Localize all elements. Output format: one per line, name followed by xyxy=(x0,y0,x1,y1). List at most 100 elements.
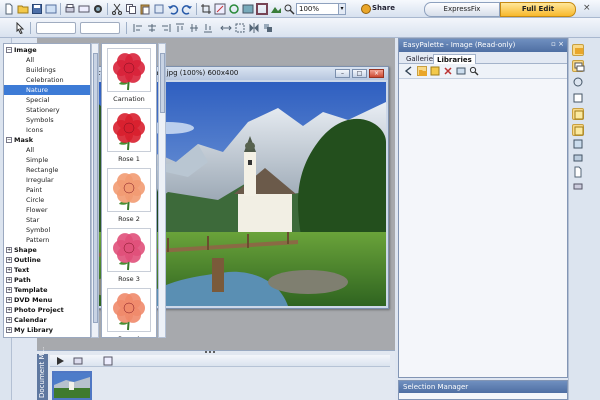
tree-item[interactable]: Icons xyxy=(4,125,90,135)
camera-icon[interactable] xyxy=(92,3,104,15)
flip-icon[interactable] xyxy=(248,22,260,34)
tree-item[interactable]: All xyxy=(4,145,90,155)
pick-tool-options-icon[interactable] xyxy=(14,22,26,34)
tree-category[interactable]: + Path xyxy=(4,275,90,285)
delete-item-icon[interactable] xyxy=(443,66,453,76)
tree-item[interactable]: Celebration xyxy=(4,75,90,85)
align-middle-icon[interactable] xyxy=(188,22,200,34)
expand-icon[interactable]: + xyxy=(6,247,12,253)
collapse-icon[interactable]: − xyxy=(6,47,12,53)
tree-item[interactable]: Stationery xyxy=(4,105,90,115)
share-icon[interactable] xyxy=(360,3,372,15)
library-thumbnail[interactable] xyxy=(107,228,151,272)
arrange-icon[interactable] xyxy=(262,22,274,34)
distribute-icon[interactable] xyxy=(220,22,232,34)
easypalette-toggle-icon[interactable] xyxy=(572,44,584,56)
thumbnail-scrollbar-thumb[interactable] xyxy=(160,53,165,113)
expand-icon[interactable]: + xyxy=(6,287,12,293)
tree-category[interactable]: + Shape xyxy=(4,245,90,255)
back-icon[interactable] xyxy=(404,66,414,76)
tree-category[interactable]: + Outline xyxy=(4,255,90,265)
tree-item[interactable]: All xyxy=(4,55,90,65)
expand-icon[interactable]: + xyxy=(6,297,12,303)
tree-category[interactable]: + Template xyxy=(4,285,90,295)
effect-icon[interactable] xyxy=(270,3,282,15)
quick-command-icon[interactable] xyxy=(572,152,584,164)
tree-item[interactable]: Circle xyxy=(4,195,90,205)
tree-item[interactable]: Nature xyxy=(4,85,90,95)
close-icon[interactable]: × xyxy=(583,3,591,13)
scan-icon[interactable] xyxy=(78,3,90,15)
share-button[interactable]: Share xyxy=(372,2,404,15)
paste-icon[interactable] xyxy=(139,3,151,15)
tree-category[interactable]: − Image xyxy=(4,45,90,55)
print-panel-icon[interactable] xyxy=(572,180,584,192)
tree-item[interactable]: Symbols xyxy=(4,115,90,125)
frame-icon[interactable] xyxy=(256,3,268,15)
resize-icon[interactable] xyxy=(214,3,226,15)
add-item-icon[interactable] xyxy=(430,66,440,76)
rotate-icon[interactable] xyxy=(228,3,240,15)
position-field[interactable] xyxy=(36,22,76,34)
copy-icon[interactable] xyxy=(125,3,137,15)
align-top-icon[interactable] xyxy=(174,22,186,34)
undo-icon[interactable] xyxy=(167,3,179,15)
tree-scrollbar[interactable] xyxy=(91,43,99,338)
tree-item[interactable]: Flower xyxy=(4,205,90,215)
tree-item[interactable]: Special xyxy=(4,95,90,105)
tree-item[interactable]: Paint xyxy=(4,185,90,195)
align-right-icon[interactable] xyxy=(160,22,172,34)
save-icon[interactable] xyxy=(31,3,43,15)
zoom-tool-icon[interactable] xyxy=(283,3,295,15)
align-left-icon[interactable] xyxy=(132,22,144,34)
zoom-level-input[interactable]: 100% xyxy=(296,3,340,15)
tree-category[interactable]: + DVD Menu xyxy=(4,295,90,305)
expand-icon[interactable]: + xyxy=(6,267,12,273)
maximize-button[interactable]: □ xyxy=(352,69,367,78)
play-icon[interactable] xyxy=(54,355,66,367)
search-icon[interactable] xyxy=(469,66,479,76)
close-button[interactable]: × xyxy=(369,69,384,78)
selection-manager-title[interactable]: Selection Manager xyxy=(399,381,567,393)
tree-item[interactable]: Star xyxy=(4,215,90,225)
brush-panel-icon[interactable] xyxy=(572,124,584,136)
tree-category[interactable]: − Mask xyxy=(4,135,90,145)
crop-icon[interactable] xyxy=(200,3,212,15)
document-settings-icon[interactable] xyxy=(102,355,114,367)
tree-item[interactable]: Simple xyxy=(4,155,90,165)
library-thumbnail[interactable] xyxy=(107,108,151,152)
library-thumbnail[interactable] xyxy=(107,168,151,212)
zoom-dropdown-arrow-icon[interactable]: ▾ xyxy=(338,3,346,15)
full-edit-mode-button[interactable]: Full Edit xyxy=(500,2,576,17)
expand-icon[interactable]: + xyxy=(6,277,12,283)
layer-manager-icon[interactable] xyxy=(572,60,585,72)
new-file-icon[interactable] xyxy=(3,3,15,15)
view-options-icon[interactable] xyxy=(72,355,84,367)
library-folder-icon[interactable] xyxy=(417,66,427,76)
tree-item[interactable]: Pattern xyxy=(4,235,90,245)
expressfix-mode-button[interactable]: ExpressFix xyxy=(424,2,500,17)
group-icon[interactable] xyxy=(234,22,246,34)
tree-item[interactable]: Rectangle xyxy=(4,165,90,175)
tab-libraries[interactable]: Libraries xyxy=(433,54,476,64)
tree-category[interactable]: + Photo Project xyxy=(4,305,90,315)
cut-icon[interactable] xyxy=(111,3,123,15)
history-icon[interactable] xyxy=(572,76,584,88)
color-panel-icon[interactable] xyxy=(572,108,584,120)
collapse-icon[interactable]: − xyxy=(6,137,12,143)
library-thumbnail[interactable] xyxy=(107,288,151,332)
document-icon[interactable] xyxy=(572,166,584,178)
tree-item[interactable]: Irregular xyxy=(4,175,90,185)
browse-icon[interactable] xyxy=(45,3,57,15)
tree-category[interactable]: + Text xyxy=(4,265,90,275)
expand-icon[interactable]: + xyxy=(6,257,12,263)
palette-title[interactable]: EasyPalette - Image (Read-only) xyxy=(399,39,567,52)
tree-item[interactable]: Symbol xyxy=(4,225,90,235)
redo-icon[interactable] xyxy=(181,3,193,15)
size-field[interactable] xyxy=(80,22,120,34)
align-bottom-icon[interactable] xyxy=(202,22,214,34)
navigator-icon[interactable] xyxy=(572,138,584,150)
palette-window-controls[interactable]: ▫ × xyxy=(551,40,564,48)
tree-item[interactable]: Buildings xyxy=(4,65,90,75)
expand-icon[interactable]: + xyxy=(6,327,12,333)
